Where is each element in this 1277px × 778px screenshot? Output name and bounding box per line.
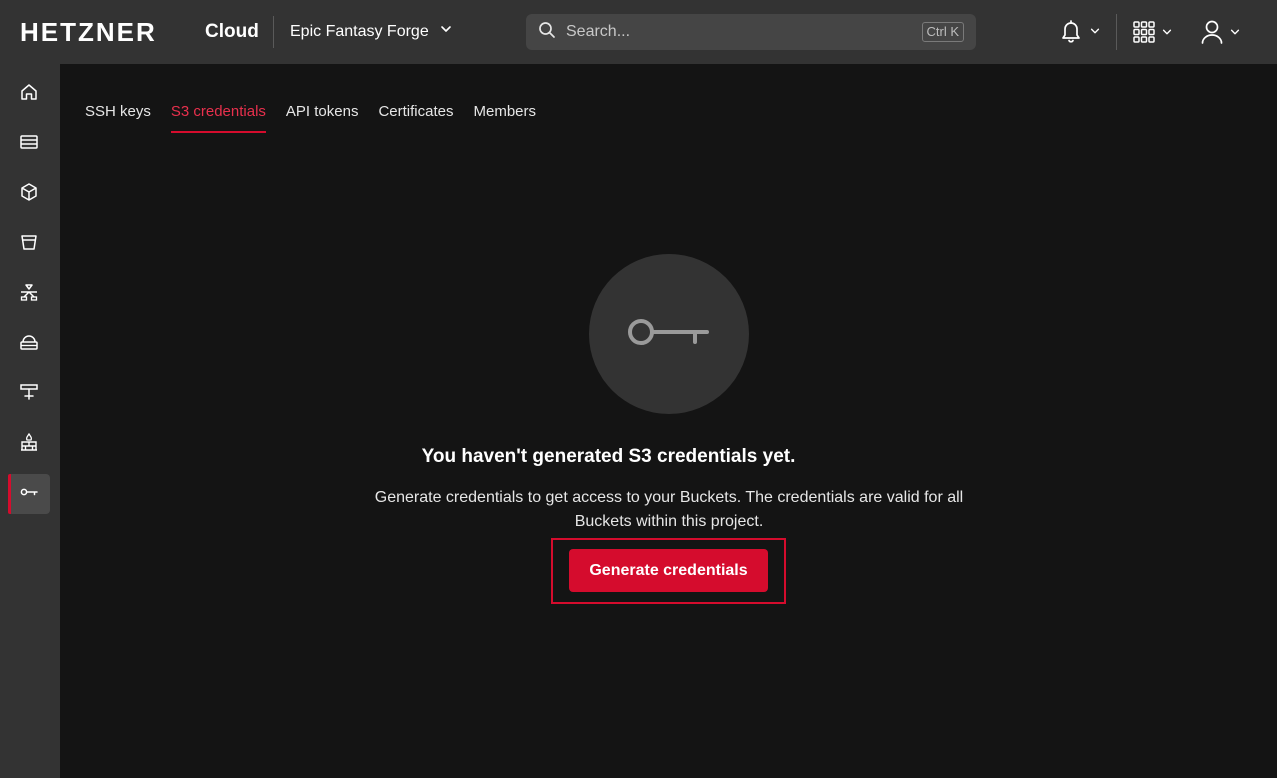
hetzner-logo[interactable]: HETZNER: [20, 19, 157, 45]
bucket-icon: [19, 232, 39, 257]
apps-grid-icon: [1133, 21, 1155, 43]
sidebar-item-servers[interactable]: [8, 124, 50, 164]
cube-icon: [19, 182, 39, 207]
network-icon: [19, 332, 39, 357]
sidebar-item-object-storage[interactable]: [8, 224, 50, 264]
project-name: Epic Fantasy Forge: [290, 22, 429, 40]
empty-state-illustration: [589, 254, 749, 414]
sidebar-item-volumes[interactable]: [8, 174, 50, 214]
empty-state-title-text: You haven't generated S3 credentials yet…: [421, 446, 796, 467]
notifications-menu[interactable]: [1059, 18, 1101, 44]
chevron-down-icon: [1161, 26, 1173, 38]
sidebar: [0, 64, 60, 778]
key-icon: [627, 314, 711, 355]
tab-ssh-keys[interactable]: SSH keys: [85, 103, 151, 133]
header-divider: [273, 16, 274, 48]
chevron-down-icon: [1229, 26, 1241, 38]
empty-state-title: You haven't generated S3 credentials yet…: [0, 446, 1277, 468]
tab-certificates[interactable]: Certificates: [378, 103, 453, 133]
ip-icon: [19, 382, 39, 407]
sidebar-item-networks[interactable]: [8, 324, 50, 364]
top-bar: HETZNER Cloud Epic Fantasy Forge Ctrl K: [0, 0, 1277, 64]
user-icon: [1201, 20, 1223, 44]
sidebar-item-security[interactable]: [8, 474, 50, 514]
search-input[interactable]: [566, 23, 922, 41]
sidebar-item-floating-ips[interactable]: [8, 374, 50, 414]
sidebar-item-load-balancers[interactable]: [8, 274, 50, 314]
tab-api-tokens[interactable]: API tokens: [286, 103, 359, 133]
security-tabs: SSH keys S3 credentials API tokens Certi…: [85, 103, 536, 133]
tab-s3-credentials[interactable]: S3 credentials: [170, 103, 266, 133]
chevron-down-icon: [1089, 25, 1101, 37]
logo-cloud-label[interactable]: Cloud: [205, 21, 259, 43]
search-bar[interactable]: Ctrl K: [526, 14, 976, 50]
search-icon: [538, 21, 566, 44]
tab-members[interactable]: Members: [474, 103, 537, 133]
user-menu[interactable]: [1201, 20, 1241, 44]
sidebar-item-home[interactable]: [8, 74, 50, 114]
server-icon: [19, 132, 39, 157]
search-shortcut-badge: Ctrl K: [921, 22, 964, 42]
key-icon: [19, 482, 39, 507]
chevron-down-icon: [439, 22, 453, 41]
bell-icon: [1059, 18, 1083, 44]
home-icon: [19, 82, 39, 107]
generate-credentials-button[interactable]: Generate credentials: [569, 549, 768, 592]
header-divider: [1116, 14, 1117, 50]
apps-menu[interactable]: [1133, 21, 1173, 43]
project-selector[interactable]: Epic Fantasy Forge: [290, 22, 453, 41]
load-balancer-icon: [19, 282, 39, 307]
empty-state-description: Generate credentials to get access to yo…: [374, 489, 964, 530]
